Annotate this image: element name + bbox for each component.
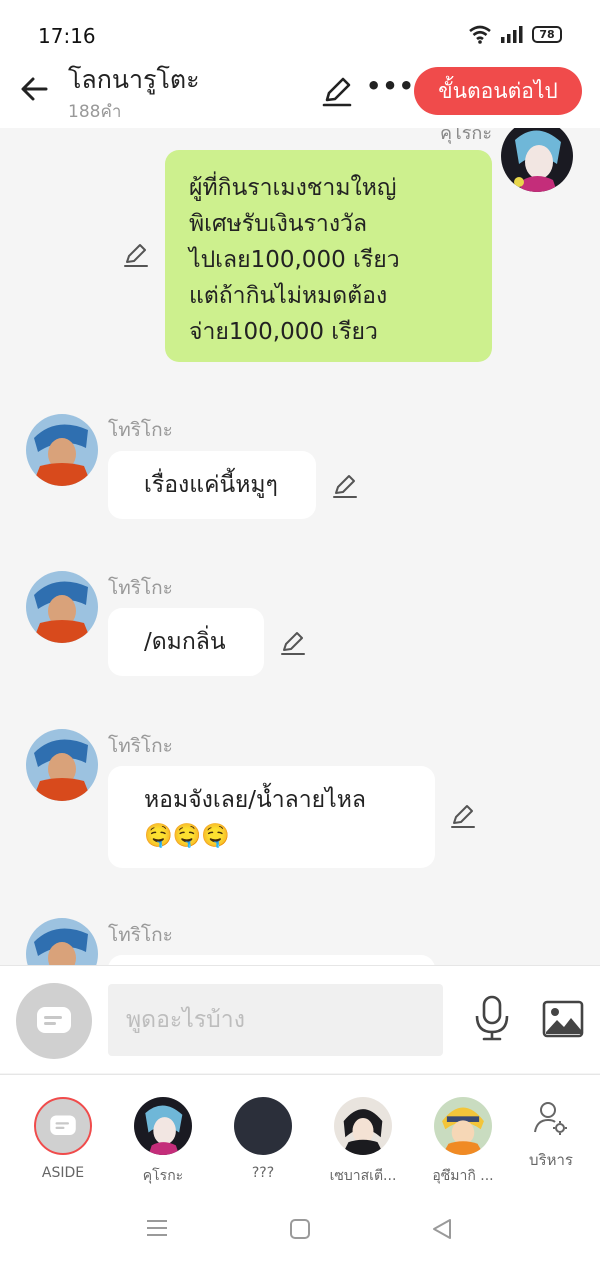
status-time: 17:16 [38, 24, 96, 48]
chat-area[interactable]: คุโรกะ ผู้ที่กินราเมงชามใหญ่ พิเศษรับเงิ… [0, 128, 600, 965]
message-text: เรื่องแค่นี้หมูๆ [144, 472, 278, 498]
character-unknown[interactable]: ??? [213, 1097, 313, 1181]
chat-bubble-icon [37, 1007, 71, 1033]
sender-name: โทริโกะ [108, 419, 173, 441]
character-label: คุโรกะ [142, 1168, 184, 1184]
user-settings-icon [534, 1102, 567, 1135]
character-bar: ASIDE คุโรกะ ??? เซบาสเตี... อุซึมากิ ..… [0, 1074, 600, 1194]
menu-icon[interactable] [146, 1218, 168, 1238]
avatar-kuroka[interactable] [501, 128, 573, 192]
more-dots-icon[interactable]: ••• [366, 72, 415, 100]
chat-bubble-icon [50, 1115, 76, 1135]
character-label: ASIDE [41, 1165, 85, 1181]
message-text: /ดมกลิ่น [144, 629, 226, 655]
avatar-toriko[interactable] [26, 414, 98, 486]
battery-indicator: 78 [532, 25, 562, 43]
system-nav-bar [0, 1194, 600, 1267]
sender-name: โทริโกะ [108, 577, 173, 599]
message-line: หอมจังเลย/น้ำลายไหล [144, 787, 366, 813]
avatar [434, 1097, 492, 1155]
avatar-toriko[interactable] [26, 571, 98, 643]
sender-name: โทริโกะ [108, 735, 173, 757]
home-icon[interactable] [289, 1218, 311, 1240]
wifi-icon [469, 25, 491, 44]
character-label: ??? [251, 1165, 275, 1181]
pencil-icon[interactable] [449, 802, 477, 830]
message-line: ไปเลย100,000 เรียว [189, 247, 400, 273]
signal-icon [501, 26, 523, 43]
input-bar [0, 965, 600, 1073]
character-uzumaki[interactable]: อุซึมากิ ... [413, 1097, 513, 1187]
arrow-left-icon[interactable] [18, 72, 52, 106]
manage-label: บริหาร [529, 1151, 573, 1169]
character-kuroka[interactable]: คุโรกะ [113, 1097, 213, 1187]
avatar-toriko[interactable] [26, 729, 98, 801]
pencil-icon[interactable] [331, 472, 359, 500]
message-bubble[interactable]: หอมจังเลย/น้ำลายไหล 🤤🤤🤤 [108, 766, 435, 868]
avatar [334, 1097, 392, 1155]
aside-toggle-button[interactable] [16, 983, 92, 1059]
message-line: ผู้ที่กินราเมงชามใหญ่ [189, 175, 397, 201]
message-line: แต่ถ้ากินไม่หมดต้อง [189, 283, 388, 309]
sender-name: คุโรกะ [440, 128, 492, 144]
sender-name: โทริโกะ [108, 924, 173, 946]
word-count: 188คำ [68, 102, 122, 122]
message-bubble[interactable]: /ดมกลิ่น [108, 608, 264, 676]
character-sebastian[interactable]: เซบาสเตี... [313, 1097, 413, 1187]
image-icon[interactable] [542, 1000, 584, 1038]
pencil-icon[interactable] [279, 629, 307, 657]
microphone-icon[interactable] [472, 994, 512, 1042]
message-line: จ่าย100,000 เรียว [189, 319, 378, 345]
next-step-button[interactable]: ขั้นตอนต่อไป [414, 67, 582, 115]
manage-button[interactable]: บริหาร [523, 1100, 579, 1172]
character-label: อุซึมากิ ... [432, 1168, 494, 1184]
message-line: พิเศษรับเงินรางวัล [189, 211, 368, 237]
character-label: เซบาสเตี... [329, 1168, 397, 1184]
page-title: โลกนารูโตะ [68, 65, 200, 94]
message-bubble[interactable]: ผู้ที่กินราเมงชามใหญ่ พิเศษรับเงินรางวัล… [165, 150, 492, 362]
avatar-toriko[interactable] [26, 918, 98, 965]
message-line: 🤤🤤🤤 [144, 823, 230, 849]
message-input[interactable] [108, 984, 443, 1056]
avatar [134, 1097, 192, 1155]
status-icons: 78 [468, 24, 562, 44]
message-bubble[interactable]: เรื่องแค่นี้หมูๆ [108, 451, 316, 519]
character-aside[interactable]: ASIDE [13, 1097, 113, 1181]
chat-header: โลกนารูโตะ 188คำ ••• ขั้นตอนต่อไป [0, 56, 600, 128]
pencil-icon[interactable] [122, 241, 150, 269]
pencil-icon[interactable] [320, 74, 354, 108]
back-triangle-icon[interactable] [431, 1218, 453, 1240]
message-bubble[interactable] [108, 955, 435, 965]
